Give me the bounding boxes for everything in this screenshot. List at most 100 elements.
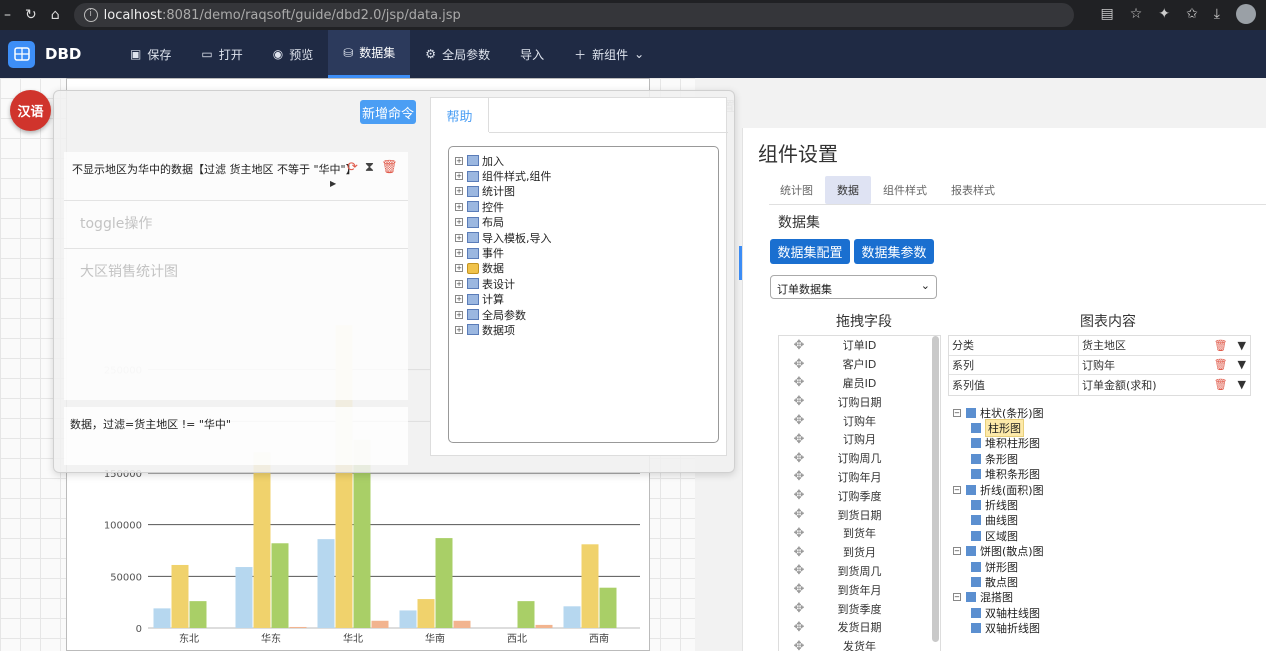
caret-down-icon[interactable]: ▼ — [1238, 358, 1246, 371]
expand-icon[interactable]: + — [455, 156, 463, 165]
tab-help[interactable]: 帮助 — [431, 98, 489, 132]
chart-type-group[interactable]: − 折线(面积)图 — [953, 482, 1253, 497]
chart-type-group[interactable]: − 混搭图 — [953, 590, 1253, 605]
expand-icon[interactable]: + — [455, 279, 463, 288]
reader-icon[interactable]: ▤ — [1101, 6, 1114, 22]
trash-icon[interactable]: 🗑 — [1214, 339, 1228, 352]
help-tree-item[interactable]: + 控件 — [455, 199, 712, 214]
expand-icon[interactable]: + — [455, 264, 463, 273]
chart-type-item[interactable]: 曲线图 — [953, 513, 1253, 528]
new-command-button[interactable]: 新增命令 — [360, 100, 416, 124]
trash-icon[interactable]: 🗑 — [1214, 378, 1228, 391]
drag-handle-icon[interactable]: ✥ — [779, 582, 819, 597]
help-tree-item[interactable]: + 导入模板,导入 — [455, 230, 712, 245]
help-tree-item[interactable]: + 全局参数 — [455, 307, 712, 322]
collapse-icon[interactable]: − — [953, 547, 961, 556]
menu-import[interactable]: 导入 — [505, 30, 559, 78]
field-item[interactable]: ✥ 到货季度 — [779, 599, 940, 618]
tab-component-style[interactable]: 组件样式 — [871, 176, 939, 204]
field-item[interactable]: ✥ 到货周几 — [779, 562, 940, 581]
drag-handle-icon[interactable]: ✥ — [779, 451, 819, 466]
chart-type-item[interactable]: 柱形图 — [953, 419, 1253, 438]
chart-type-item[interactable]: 双轴折线图 — [953, 620, 1253, 635]
avatar[interactable] — [1236, 4, 1256, 24]
chart-type-item[interactable]: 饼形图 — [953, 559, 1253, 574]
drag-handle-icon[interactable]: ✥ — [779, 563, 819, 578]
expand-icon[interactable]: + — [455, 187, 463, 196]
star-icon[interactable]: ☆ — [1130, 6, 1143, 22]
home-icon[interactable]: ⌂ — [51, 7, 60, 23]
chart-type-item[interactable]: 折线图 — [953, 497, 1253, 512]
drag-handle-icon[interactable]: ✥ — [779, 357, 819, 372]
back-icon[interactable]: – — [4, 7, 11, 23]
field-item[interactable]: ✥ 雇员ID — [779, 374, 940, 393]
chart-type-item[interactable]: 堆积条形图 — [953, 467, 1253, 482]
menu-new-component[interactable]: ＋ 新组件 ⌄ — [559, 30, 659, 78]
dataset-config-button[interactable]: 数据集配置 — [770, 239, 850, 264]
field-item[interactable]: ✥ 到货日期 — [779, 505, 940, 524]
reload-icon[interactable]: ↻ — [25, 7, 37, 23]
dataset-params-button[interactable]: 数据集参数 — [854, 239, 934, 264]
collapse-icon[interactable]: − — [953, 485, 961, 494]
extensions-icon[interactable]: ✦ — [1158, 6, 1170, 22]
expand-icon[interactable]: + — [455, 325, 463, 334]
menu-global-params[interactable]: ⚙ 全局参数 — [410, 30, 505, 78]
caret-down-icon[interactable]: ▼ — [1238, 339, 1246, 352]
help-tree-item[interactable]: + 表设计 — [455, 276, 712, 291]
expand-icon[interactable]: + — [455, 233, 463, 242]
drag-handle-icon[interactable]: ✥ — [779, 620, 819, 635]
expand-icon[interactable]: + — [455, 172, 463, 181]
chart-type-item[interactable]: 条形图 — [953, 451, 1253, 466]
drag-handle-icon[interactable]: ✥ — [779, 432, 819, 447]
help-tree-item[interactable]: + 加入 — [455, 153, 712, 168]
content-row-value-cell[interactable]: 订单金额(求和) 🗑 ▼ — [1079, 375, 1250, 395]
field-item[interactable]: ✥ 发货日期 — [779, 618, 940, 637]
language-badge[interactable]: 汉语 — [10, 90, 51, 131]
drag-handle-icon[interactable]: ✥ — [779, 394, 819, 409]
command-row[interactable]: 不显示地区为华中的数据【过滤 货主地区 不等于 "华中"】 ▶ ⟳ ⧗ 🗑 — [64, 152, 408, 200]
chart-type-item[interactable]: 堆积柱形图 — [953, 436, 1253, 451]
chart-type-item[interactable]: 散点图 — [953, 574, 1253, 589]
drag-handle-icon[interactable]: ✥ — [779, 545, 819, 560]
collapse-icon[interactable]: − — [953, 408, 961, 417]
field-item[interactable]: ✥ 订购周几 — [779, 449, 940, 468]
field-item[interactable]: ✥ 到货年月 — [779, 580, 940, 599]
drag-handle-icon[interactable]: ✥ — [779, 338, 819, 353]
run-icon[interactable]: ⟳ — [347, 160, 358, 175]
field-item[interactable]: ✥ 订购年月 — [779, 468, 940, 487]
help-tree-item[interactable]: + 数据项 — [455, 322, 712, 337]
field-item[interactable]: ✥ 订购月 — [779, 430, 940, 449]
expand-icon[interactable]: + — [455, 310, 463, 319]
field-item[interactable]: ✥ 订购年 — [779, 411, 940, 430]
drag-handle-icon[interactable]: ✥ — [779, 601, 819, 616]
content-row-value-cell[interactable]: 订购年 🗑 ▼ — [1079, 356, 1250, 375]
trash-icon[interactable]: 🗑 — [381, 160, 398, 175]
drag-handle-icon[interactable]: ✥ — [779, 526, 819, 541]
field-list-scrollbar[interactable] — [932, 336, 939, 642]
menu-open[interactable]: ▭ 打开 — [186, 30, 257, 78]
menu-save[interactable]: ▣ 保存 — [115, 30, 186, 78]
tab-report-style[interactable]: 报表样式 — [939, 176, 1007, 204]
info-icon[interactable]: i — [83, 8, 98, 22]
dataset-select[interactable]: 订单数据集 ⌄ — [770, 275, 937, 299]
hourglass-icon[interactable]: ⧗ — [365, 160, 374, 175]
download-icon[interactable]: ⤓ — [1214, 6, 1220, 22]
menu-preview[interactable]: ◉ 预览 — [258, 30, 329, 78]
drag-handle-icon[interactable]: ✥ — [779, 488, 819, 503]
drag-handle-icon[interactable]: ✥ — [779, 413, 819, 428]
expand-icon[interactable]: + — [455, 295, 463, 304]
expand-icon[interactable]: + — [455, 249, 463, 258]
content-row-value-cell[interactable]: 货主地区 🗑 ▼ — [1079, 336, 1250, 355]
field-item[interactable]: ✥ 订购季度 — [779, 486, 940, 505]
tab-chart[interactable]: 统计图 — [768, 176, 825, 204]
chart-type-group[interactable]: − 柱状(条形)图 — [953, 405, 1253, 420]
chart-type-group[interactable]: − 饼图(散点)图 — [953, 544, 1253, 559]
field-item[interactable]: ✥ 发货年 — [779, 637, 940, 651]
expand-icon[interactable]: + — [455, 218, 463, 227]
help-tree-item[interactable]: + 统计图 — [455, 184, 712, 199]
caret-down-icon[interactable]: ▼ — [1238, 378, 1246, 391]
address-bar[interactable]: i localhost:8081/demo/raqsoft/guide/dbd2… — [73, 3, 1074, 27]
collapse-icon[interactable]: − — [953, 593, 961, 602]
chart-type-item[interactable]: 区域图 — [953, 528, 1253, 543]
drag-handle-icon[interactable]: ✥ — [779, 469, 819, 484]
